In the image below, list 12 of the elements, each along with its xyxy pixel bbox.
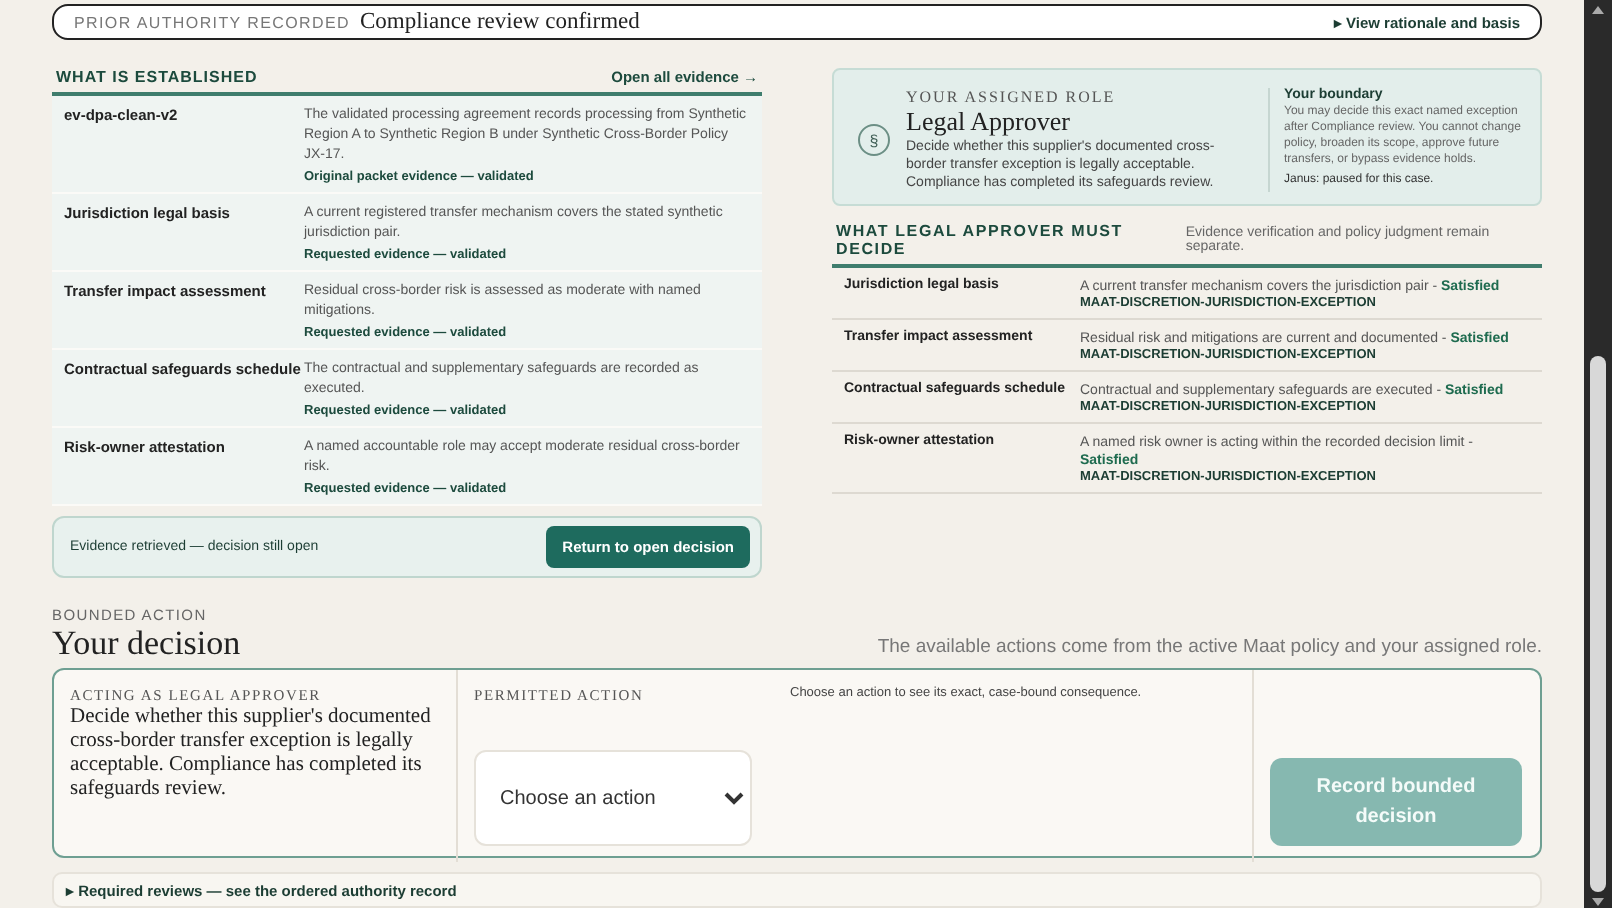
action-select[interactable]: Choose an action xyxy=(474,750,752,846)
role-eyebrow: YOUR ASSIGNED ROLE xyxy=(906,88,1118,106)
scrollbar[interactable] xyxy=(1584,0,1612,908)
banner-title: Compliance review confirmed xyxy=(360,10,640,34)
section-title: Your decision xyxy=(52,624,241,664)
banner-label: PRIOR AUTHORITY RECORDED xyxy=(74,14,350,32)
section-heading: WHAT IS ESTABLISHED xyxy=(56,68,258,86)
role-description: Decide whether this supplier's documented cross-border transfer exception is legally acceptable. Compliance has completed its safeguards review. xyxy=(70,706,433,802)
role-title: Legal Approver xyxy=(906,106,1072,138)
section-heading: WHAT LEGAL APPROVER MUST DECIDE xyxy=(836,222,1125,258)
section-note: The available actions come from the active Maat policy and your assigned role. xyxy=(877,636,1542,662)
section-icon: § xyxy=(858,124,890,156)
